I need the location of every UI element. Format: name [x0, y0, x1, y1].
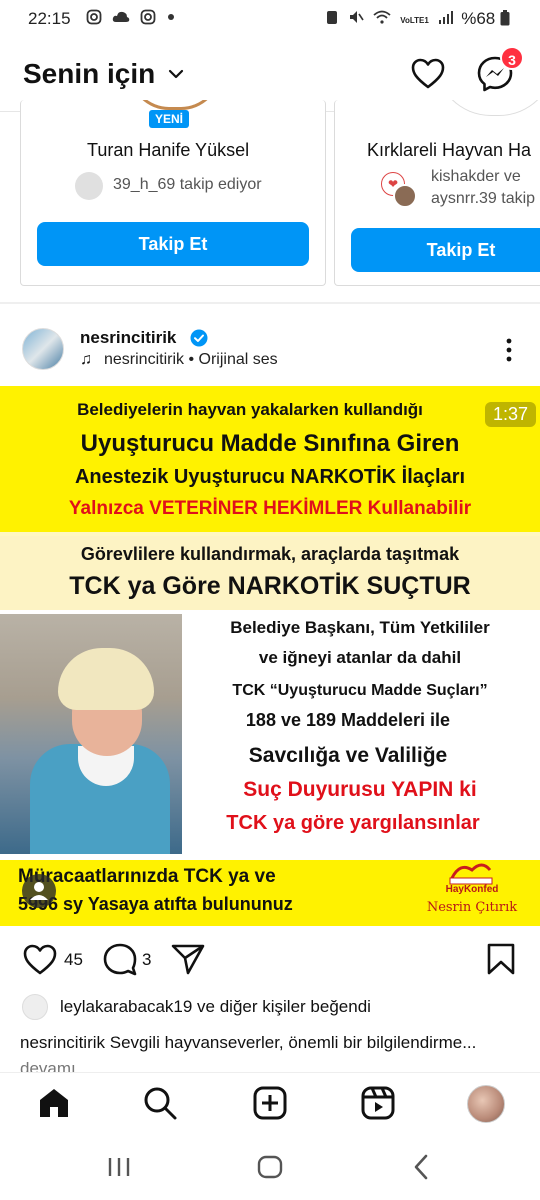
status-time: 22:15 [28, 9, 71, 28]
image-text-line: 5996 sy Yasaya atıfta bulununuz [18, 894, 293, 914]
battery-icon [500, 10, 510, 26]
alarm-icon [326, 11, 337, 24]
logo-graphic [449, 863, 493, 885]
like-heart-icon[interactable] [22, 942, 58, 976]
bottom-navigation [0, 1072, 540, 1132]
image-text-line: Belediyelerin hayvan yakalarken kullandı… [77, 400, 423, 419]
home-button-icon[interactable] [257, 1155, 283, 1179]
suggested-user-name[interactable]: Kırklareli Hayvan Ha [367, 140, 531, 161]
profile-avatar[interactable] [467, 1085, 505, 1123]
post-caption: nesrincitirik Sevgili hayvanseverler, ön… [20, 1030, 520, 1072]
system-navigation-bar [0, 1132, 540, 1200]
signature-text: Nesrin Çıtırık [426, 900, 518, 915]
messages-badge: 3 [500, 46, 524, 70]
back-icon[interactable] [410, 1154, 432, 1180]
status-bar: 22:15 VoLTE1 %68 [0, 0, 540, 40]
mutual-follow-text: 39_h_69 takip ediyor [113, 176, 262, 193]
avatar-fragment [129, 100, 221, 110]
create-post-icon[interactable] [252, 1085, 288, 1121]
wifi-icon [373, 10, 391, 24]
woman-photo [0, 614, 182, 854]
dot-icon [167, 14, 174, 20]
verified-badge-icon [190, 329, 208, 347]
home-icon[interactable] [36, 1085, 72, 1121]
liked-by-text: leylakarabacak19 ve diğer kişiler beğend… [60, 997, 371, 1017]
signal-icon [439, 11, 453, 24]
share-send-icon[interactable] [170, 942, 206, 976]
instagram-icon [86, 9, 102, 25]
author-username[interactable]: nesrincitirik [80, 328, 176, 348]
mutual-follow-text: kishakder ve [431, 168, 521, 185]
image-text-line: Suç Duyurusu YAPIN ki [243, 778, 477, 801]
image-text-line: Anestezik Uyuşturucu NARKOTİK İlaçları [74, 466, 466, 488]
image-text-line: Uyuşturucu Madde Sınıfına Giren [80, 430, 460, 457]
suggested-user-name[interactable]: Turan Hanife Yüksel [87, 140, 249, 161]
image-text-line: Belediye Başkanı, Tüm Yetkililer [230, 618, 490, 637]
search-icon[interactable] [142, 1085, 178, 1121]
post-media[interactable]: Belediyelerin hayvan yakalarken kullandı… [0, 386, 540, 926]
chevron-down-icon[interactable] [166, 64, 186, 84]
liker-username[interactable]: leylakarabacak19 [60, 997, 192, 1016]
suggestion-card: Kırklareli Hayvan Ha ❤ kishakder ve aysn… [334, 100, 540, 286]
liked-by-rest: ve diğer kişiler beğendi [197, 997, 371, 1016]
image-text-line: ve iğneyi atanlar da dahil [258, 648, 462, 667]
likes-count[interactable]: 45 [64, 950, 83, 970]
dog-avatar [393, 184, 417, 208]
caption-username[interactable]: nesrincitirik [20, 1033, 105, 1052]
mute-icon [349, 11, 364, 23]
post-header: nesrincitirik ♫ nesrincitirik • Orijinal… [0, 322, 540, 382]
haykonfed-logo: HayKonfed Nesrin Çıtırık [420, 856, 524, 915]
caption-more-link[interactable]: devamı [20, 1059, 76, 1072]
logo-text: HayKonfed [445, 884, 499, 895]
music-note-icon: ♫ [80, 351, 92, 368]
post-actions: 45 3 [0, 940, 540, 980]
image-text-line: Savcılığa ve Valiliğe [248, 744, 448, 767]
network-label: VoLTE1 [400, 16, 429, 25]
system-icons: VoLTE1 [325, 9, 454, 27]
photo-hair [58, 648, 154, 710]
follow-button[interactable]: Takip Et [37, 222, 309, 266]
more-options-icon[interactable] [500, 336, 518, 364]
comments-count[interactable]: 3 [142, 950, 151, 970]
image-text-line: Görevlilere kullandırmak, araçlarda taşı… [80, 544, 460, 564]
liked-by-row[interactable]: leylakarabacak19 ve diğer kişiler beğend… [0, 994, 540, 1020]
mutual-avatar [75, 172, 103, 200]
save-bookmark-icon[interactable] [486, 942, 516, 976]
image-text-line: TCK ya Göre NARKOTİK SUÇTUR [69, 572, 471, 600]
avatar-fragment [435, 100, 540, 116]
image-text-line: Yalnızca VETERİNER HEKİMLER Kullanabilir [68, 498, 472, 519]
image-text-line: 188 ve 189 Maddeleri ile [245, 710, 451, 730]
mutual-follow-text: aysnrr.39 takip [431, 190, 536, 207]
liker-avatar [22, 994, 48, 1020]
battery-level: %68 [461, 9, 510, 29]
new-badge: YENİ [149, 110, 190, 128]
author-avatar[interactable] [22, 328, 64, 370]
suggestion-card: YENİ Turan Hanife Yüksel 39_h_69 takip e… [20, 100, 326, 286]
image-text-line: TCK “Uyuşturucu Madde Suçları” [232, 682, 488, 699]
video-time-badge: 1:37 [484, 402, 536, 427]
comment-icon[interactable] [102, 942, 138, 976]
follow-button[interactable]: Takip Et [351, 228, 540, 272]
reels-icon[interactable] [360, 1085, 396, 1121]
caption-text: Sevgili hayvanseverler, önemli bir bilgi… [109, 1033, 477, 1052]
instagram-icon [140, 9, 156, 25]
divider [0, 302, 540, 304]
image-text-line: Müracaatlarınızda TCK ya ve [18, 866, 276, 887]
mutual-avatars: ❤ [381, 172, 417, 208]
feed-title[interactable]: Senin için [23, 58, 155, 90]
recent-apps-icon[interactable] [106, 1156, 132, 1178]
image-text-line: TCK ya göre yargılansınlar [226, 812, 480, 834]
notifications-heart-icon[interactable] [410, 56, 446, 92]
audio-label[interactable]: nesrincitirik • Orijinal ses [104, 351, 278, 369]
tagged-users-icon[interactable] [22, 874, 56, 908]
notification-icons [86, 9, 175, 27]
cloud-icon [112, 11, 130, 22]
